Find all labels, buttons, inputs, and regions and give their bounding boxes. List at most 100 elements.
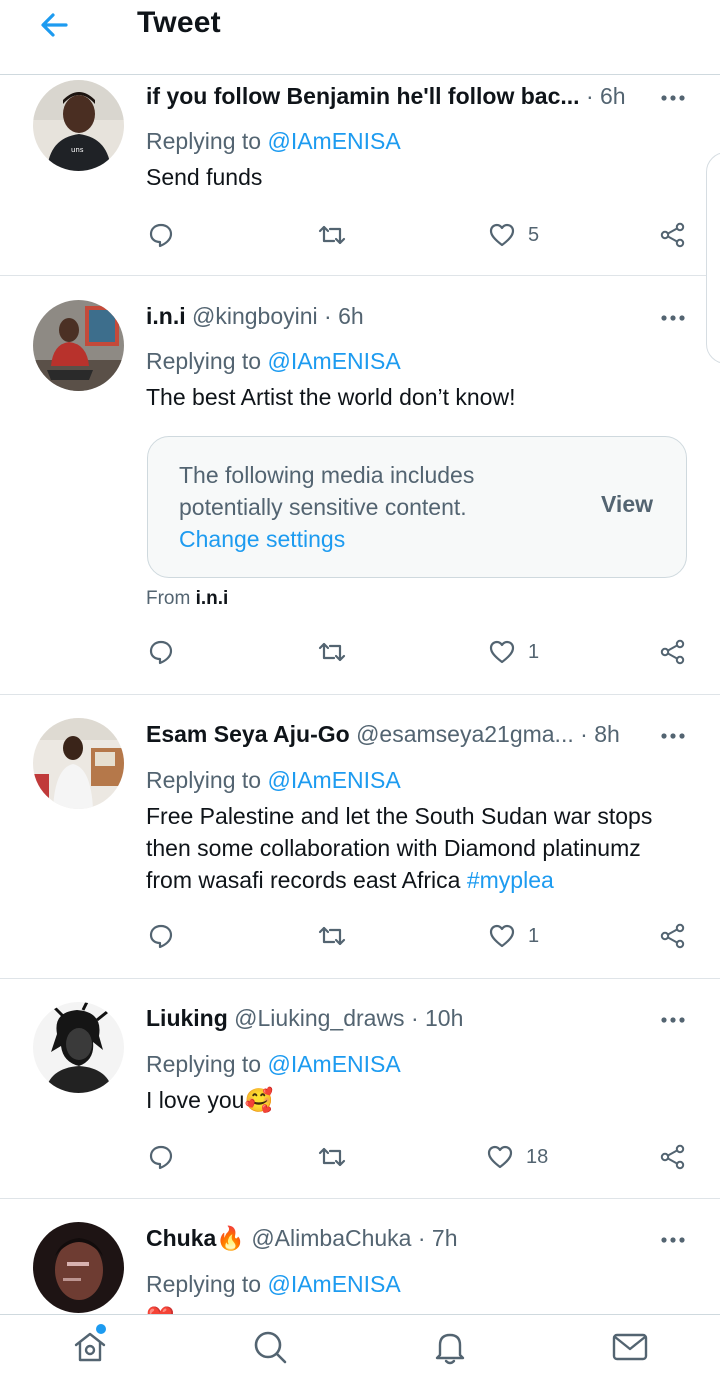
avatar[interactable]: [33, 718, 124, 809]
reply-bubble-icon: [149, 223, 173, 248]
share-button[interactable]: [659, 217, 687, 253]
more-dots-icon: [661, 95, 685, 101]
more-options-button[interactable]: [658, 88, 690, 108]
more-options-button[interactable]: [658, 308, 690, 328]
like-button[interactable]: 1: [488, 918, 539, 954]
more-dots-icon: [661, 1237, 685, 1243]
hashtag-link[interactable]: #myplea: [467, 867, 554, 893]
reply-button[interactable]: [147, 634, 175, 670]
avatar[interactable]: [33, 1222, 124, 1313]
user-handle[interactable]: @esamseya21gma...: [356, 721, 574, 747]
separator-dot: ·: [580, 721, 588, 747]
reply-bubble-icon: [149, 924, 173, 949]
notifications-bell-icon: [435, 1333, 465, 1365]
reply-tweet[interactable]: i.n.i @kingboyini · 6h Replying to @IAmE…: [0, 276, 720, 695]
replying-to: Replying to @IAmENISA: [146, 1268, 401, 1300]
timestamp[interactable]: 6h: [600, 83, 626, 109]
back-button[interactable]: [36, 8, 76, 42]
reply-tweet[interactable]: uns if you follow Benjamin he'll follow …: [0, 76, 720, 276]
share-button[interactable]: [659, 634, 687, 670]
tweet-text: The best Artist the world don’t know!: [146, 384, 516, 410]
retweet-icon: [318, 225, 346, 245]
heart-icon: [487, 1145, 513, 1169]
retweet-button[interactable]: [316, 634, 348, 670]
display-name[interactable]: Liuking: [146, 1005, 228, 1031]
timestamp[interactable]: 10h: [425, 1005, 463, 1031]
like-count: 1: [528, 924, 540, 947]
tweet-actions: 5: [0, 217, 720, 253]
sensitive-notice: The following media includes potentially…: [179, 462, 475, 520]
change-settings-link[interactable]: Change settings: [179, 523, 345, 555]
messages-envelope-icon: [612, 1333, 648, 1361]
like-button[interactable]: 18: [486, 1139, 548, 1175]
reply-tweet[interactable]: Chuka🔥 @AlimbaChuka · 7h Replying to @IA…: [0, 1199, 720, 1314]
separator-dot: ·: [417, 1225, 426, 1251]
retweet-button[interactable]: [316, 217, 348, 253]
display-name[interactable]: Esam Seya Aju-Go: [146, 721, 350, 747]
user-handle[interactable]: @AlimbaChuka: [251, 1225, 411, 1251]
heart-icon: [489, 223, 515, 247]
retweet-button[interactable]: [316, 918, 348, 954]
avatar[interactable]: uns: [33, 80, 124, 171]
reply-tweet[interactable]: Esam Seya Aju-Go @esamseya21gma... · 8h …: [0, 695, 720, 979]
share-icon: [660, 222, 685, 248]
share-icon: [660, 639, 685, 665]
timestamp[interactable]: 7h: [432, 1225, 458, 1251]
heart-icon: [489, 640, 515, 664]
tweet-body: Free Palestine and let the South Sudan w…: [146, 803, 653, 893]
reply-button[interactable]: [147, 217, 175, 253]
replying-to-label: Replying to: [146, 348, 262, 374]
tweet-actions: 1: [0, 918, 720, 954]
separator-dot: ·: [410, 1005, 419, 1031]
share-button[interactable]: [659, 1139, 687, 1175]
reply-tweet[interactable]: Liuking @Liuking_draws · 10h Replying to…: [0, 979, 720, 1199]
timestamp[interactable]: 6h: [338, 303, 364, 329]
tweet-header: Liuking @Liuking_draws · 10h: [146, 1002, 660, 1034]
more-dots-icon: [661, 733, 685, 739]
display-name[interactable]: Chuka🔥: [146, 1225, 245, 1251]
separator-dot: ·: [585, 83, 594, 109]
replies-feed[interactable]: uns if you follow Benjamin he'll follow …: [0, 76, 720, 1314]
replying-to: Replying to @IAmENISA: [146, 1048, 401, 1080]
share-button[interactable]: [659, 918, 687, 954]
from-label: From: [146, 588, 191, 609]
from-name[interactable]: i.n.i: [196, 588, 229, 609]
nav-search[interactable]: [250, 1327, 290, 1367]
more-options-button[interactable]: [658, 1010, 690, 1030]
replying-to: Replying to @IAmENISA: [146, 764, 401, 796]
more-options-button[interactable]: [658, 726, 690, 746]
avatar[interactable]: [33, 300, 124, 391]
like-button[interactable]: 5: [488, 217, 539, 253]
tweet-header: Esam Seya Aju-Go @esamseya21gma... · 8h: [146, 718, 660, 750]
sensitive-media-card[interactable]: The following media includes potentially…: [147, 436, 687, 578]
like-button[interactable]: 1: [488, 634, 539, 670]
retweet-button[interactable]: [316, 1139, 348, 1175]
replying-to-mention[interactable]: @IAmENISA: [267, 348, 400, 374]
replying-to-label: Replying to: [146, 1051, 262, 1077]
nav-home[interactable]: [70, 1324, 110, 1367]
display-name[interactable]: if you follow Benjamin he'll follow bac.…: [146, 83, 580, 109]
share-icon: [660, 1144, 685, 1170]
share-icon: [660, 923, 685, 949]
more-options-button[interactable]: [658, 1230, 690, 1250]
like-count: 18: [526, 1145, 549, 1168]
user-handle[interactable]: @kingboyini: [192, 303, 318, 329]
replying-to-mention[interactable]: @IAmENISA: [267, 128, 400, 154]
reply-button[interactable]: [147, 1139, 175, 1175]
view-media-button[interactable]: View: [601, 491, 653, 518]
nav-messages[interactable]: [610, 1327, 650, 1367]
display-name[interactable]: i.n.i: [146, 303, 186, 329]
avatar[interactable]: [33, 1002, 124, 1093]
user-handle[interactable]: @Liuking_draws: [234, 1005, 404, 1031]
nav-notifications[interactable]: [430, 1327, 470, 1367]
bottom-navigation-bar: [0, 1314, 720, 1375]
retweet-icon: [318, 926, 346, 946]
replying-to-mention[interactable]: @IAmENISA: [267, 767, 400, 793]
tweet-header: i.n.i @kingboyini · 6h: [146, 300, 660, 332]
timestamp[interactable]: 8h: [594, 721, 620, 747]
replying-to-mention[interactable]: @IAmENISA: [267, 1051, 400, 1077]
replying-to: Replying to @IAmENISA: [146, 125, 401, 157]
scroll-edge-panel: [706, 152, 720, 364]
reply-button[interactable]: [147, 918, 175, 954]
replying-to-mention[interactable]: @IAmENISA: [267, 1271, 400, 1297]
